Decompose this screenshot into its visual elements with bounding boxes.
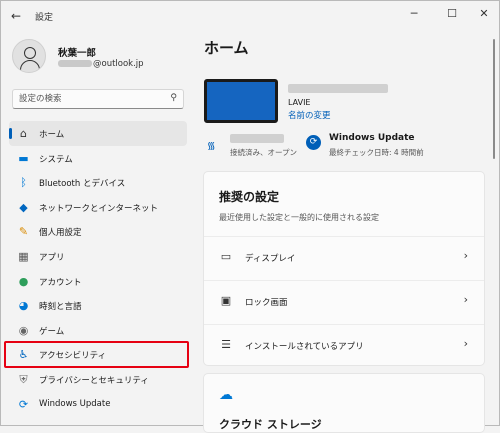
sidebar-item[interactable]: ▦ アプリ xyxy=(9,244,187,269)
recommended-row-label: ロック画面 xyxy=(245,298,288,308)
sidebar-item-label: アプリ xyxy=(39,252,65,263)
sidebar-item-label: システム xyxy=(39,154,73,165)
user-email: @outlook.jp xyxy=(58,59,144,69)
sidebar-item[interactable]: ⟳ Windows Update xyxy=(9,392,187,417)
sidebar-item-label: Windows Update xyxy=(39,398,111,409)
cloud-storage-title: クラウド ストレージ xyxy=(219,418,322,431)
recommended-row[interactable]: ▭ ディスプレイ › xyxy=(204,236,484,276)
windows-update-icon: ⟳ xyxy=(18,397,29,411)
email-redacted xyxy=(58,60,92,67)
sidebar-item-label: プライバシーとセキュリティ xyxy=(39,375,149,386)
page-title: ホーム xyxy=(204,39,249,57)
scrollbar[interactable] xyxy=(493,39,495,159)
sidebar-nav: ⌂ ホーム ▬ システム ᛒ Bluetooth とデバイス ◆ ネットワークとインターネット… xyxy=(9,121,187,416)
sidebar-item[interactable]: ◉ ゲーム xyxy=(9,318,187,343)
recommended-settings-card: 推奨の設定 最近使用した設定と一般的に使用される設定 ▭ ディスプレイ › ▣ ロック画… xyxy=(203,171,485,366)
title-bar: ← 設定 ─ ☐ ✕ xyxy=(1,1,499,31)
wifi-status: 接続済み、オープン xyxy=(230,148,298,157)
apps-icon: ▦ xyxy=(18,249,29,263)
sidebar-item[interactable]: ✎ 個人用設定 xyxy=(9,219,187,244)
sidebar-item-label: ネットワークとインターネット xyxy=(39,203,159,214)
accounts-icon: ● xyxy=(18,274,29,288)
privacy-shield-icon: ⛨ xyxy=(19,372,28,386)
avatar-body-icon xyxy=(20,60,40,72)
sidebar-item-label: 個人用設定 xyxy=(39,228,82,239)
time-language-icon: ◕ xyxy=(18,299,29,313)
system-icon: ▬ xyxy=(18,151,29,165)
settings-window: ← 設定 ─ ☐ ✕ 秋葉一郎 @outlook.jp ⚲ ⌂ ホーム ▬ システム ᛒ… xyxy=(0,0,500,433)
sidebar-item-label: 時刻と言語 xyxy=(39,302,82,313)
sidebar-item[interactable]: ▬ システム xyxy=(9,146,187,171)
sidebar-item[interactable]: ᛒ Bluetooth とデバイス xyxy=(9,170,187,195)
personalization-icon: ✎ xyxy=(18,225,29,239)
sidebar-item-label: ゲーム xyxy=(39,326,65,337)
search-box[interactable]: ⚲ xyxy=(12,89,184,109)
wifi-name-redacted[interactable] xyxy=(230,134,284,143)
cloud-storage-card: ☁ クラウド ストレージ xyxy=(203,373,485,433)
chevron-right-icon: › xyxy=(463,293,468,306)
chevron-right-icon: › xyxy=(463,337,468,350)
email-suffix: @outlook.jp xyxy=(93,59,144,69)
close-button[interactable]: ✕ xyxy=(471,5,497,23)
recommended-subtitle: 最近使用した設定と一般的に使用される設定 xyxy=(219,213,379,222)
windows-update-icon: ⟳ xyxy=(306,135,321,150)
recommended-row[interactable]: ▣ ロック画面 › xyxy=(204,280,484,320)
sidebar-item-label: Bluetooth とデバイス xyxy=(39,179,126,190)
avatar[interactable] xyxy=(12,39,46,73)
minimize-button[interactable]: ─ xyxy=(401,5,427,23)
installed-apps-icon: ☰ xyxy=(221,338,231,351)
sidebar-item[interactable]: ◆ ネットワークとインターネット xyxy=(9,195,187,220)
chevron-right-icon: › xyxy=(463,249,468,262)
sidebar-item[interactable]: ⛨ プライバシーとセキュリティ xyxy=(9,367,187,392)
window-title: 設定 xyxy=(35,13,54,23)
network-icon: ◆ xyxy=(19,200,28,214)
sidebar-item-label: ホーム xyxy=(39,130,65,140)
device-image xyxy=(204,79,278,123)
bluetooth-icon: ᛒ xyxy=(20,176,27,190)
search-icon[interactable]: ⚲ xyxy=(170,93,177,103)
back-button[interactable]: ← xyxy=(11,9,27,23)
user-name: 秋葉一郎 xyxy=(58,48,97,59)
accessibility-highlight-box xyxy=(4,341,189,368)
home-icon: ⌂ xyxy=(20,127,27,140)
sidebar-item[interactable]: ● アカウント xyxy=(9,269,187,294)
rename-link[interactable]: 名前の変更 xyxy=(288,109,331,121)
search-input[interactable] xyxy=(19,92,159,106)
recommended-row[interactable]: ☰ インストールされているアプリ › xyxy=(204,324,484,364)
windows-update-title[interactable]: Windows Update xyxy=(329,133,415,143)
recommended-row-label: ディスプレイ xyxy=(245,254,296,264)
recommended-row-label: インストールされているアプリ xyxy=(245,342,364,352)
active-marker xyxy=(9,128,12,139)
sidebar-item[interactable]: ◕ 時刻と言語 xyxy=(9,293,187,318)
cloud-icon: ☁ xyxy=(219,387,233,403)
maximize-button[interactable]: ☐ xyxy=(439,5,465,23)
windows-update-status: 最終チェック日時: 4 時間前 xyxy=(329,148,424,157)
lock-screen-icon: ▣ xyxy=(220,294,232,307)
sidebar-item-label: アカウント xyxy=(39,277,82,288)
gaming-icon: ◉ xyxy=(18,323,29,337)
wifi-icon: ᯾ xyxy=(207,141,216,152)
display-icon: ▭ xyxy=(220,250,232,263)
device-name-redacted xyxy=(288,84,388,93)
recommended-title: 推奨の設定 xyxy=(219,190,280,204)
sidebar-item[interactable]: ⌂ ホーム xyxy=(9,121,187,146)
avatar-head-icon xyxy=(24,47,36,59)
device-model: LAVIE xyxy=(288,98,311,107)
